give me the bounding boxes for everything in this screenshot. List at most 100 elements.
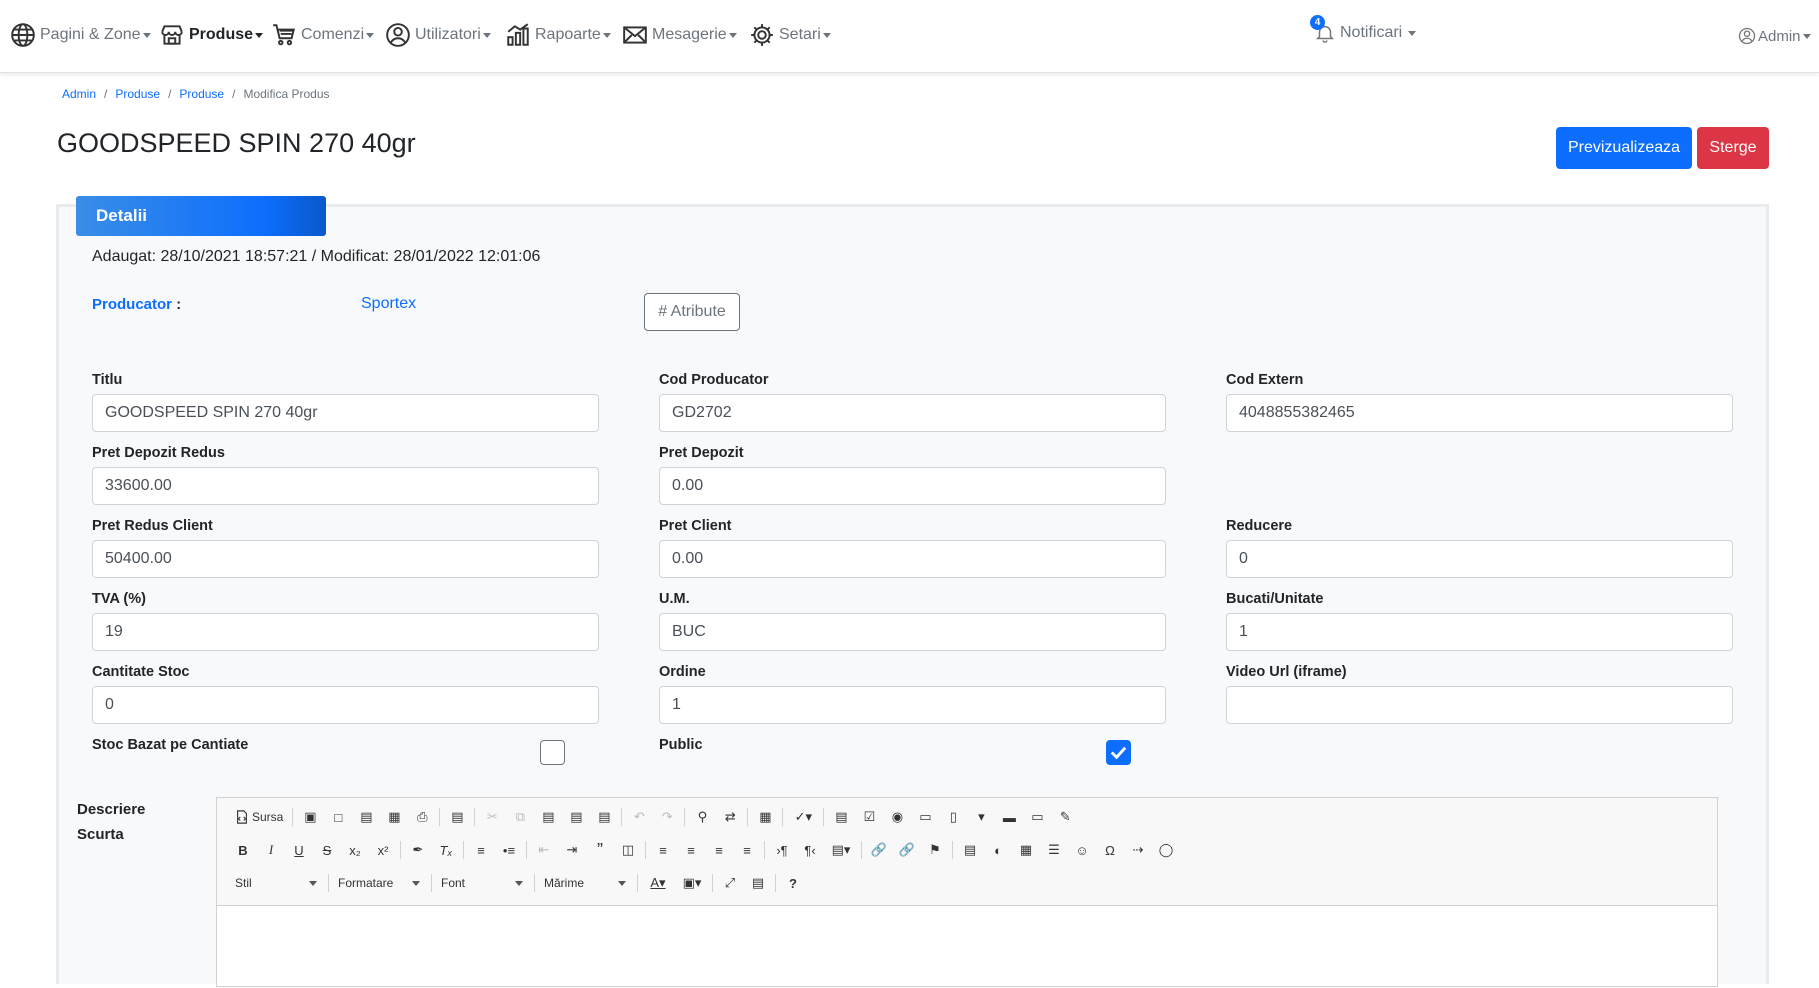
- form-icon[interactable]: ▤: [827, 804, 855, 830]
- blockquote-icon[interactable]: ”: [586, 837, 614, 863]
- pret-client-input[interactable]: [659, 540, 1166, 578]
- titlu-input[interactable]: [92, 394, 599, 432]
- templates-icon[interactable]: ▤: [443, 804, 471, 830]
- nav-setari[interactable]: Setari: [749, 22, 831, 48]
- language-icon[interactable]: ▤▾: [824, 837, 858, 863]
- image-button-icon[interactable]: ▭: [1023, 804, 1051, 830]
- anchor-flag-icon[interactable]: ⚑: [921, 837, 949, 863]
- pdf-icon[interactable]: ▤: [352, 804, 380, 830]
- nav-pagini-zone[interactable]: Pagini & Zone: [10, 22, 151, 48]
- reducere-input[interactable]: [1226, 540, 1733, 578]
- attributes-button[interactable]: # Atribute: [644, 293, 740, 331]
- subscript-icon[interactable]: x₂: [341, 837, 369, 863]
- maximize-icon[interactable]: ⤢: [716, 870, 744, 896]
- tab-detalii[interactable]: Detalii: [76, 196, 326, 236]
- cantitate-stoc-input[interactable]: [92, 686, 599, 724]
- nav-notificari[interactable]: Notificari: [1314, 20, 1417, 46]
- bucati-unitate-input[interactable]: [1226, 613, 1733, 651]
- preview-icon[interactable]: ▦: [380, 804, 408, 830]
- print-icon[interactable]: ⎙: [408, 804, 436, 830]
- breadcrumb-produse[interactable]: Produse: [115, 87, 160, 101]
- show-blocks-icon[interactable]: ▤: [744, 870, 772, 896]
- cod-producator-input[interactable]: [659, 394, 1166, 432]
- iframe-icon[interactable]: ◯: [1152, 837, 1180, 863]
- justify-icon[interactable]: ≡: [733, 837, 761, 863]
- copy-icon[interactable]: ⧉: [506, 804, 534, 830]
- nav-rapoarte[interactable]: Rapoarte: [505, 22, 611, 48]
- new-page-icon[interactable]: □: [324, 804, 352, 830]
- video-url-input[interactable]: [1226, 686, 1733, 724]
- paste-icon[interactable]: ▤: [534, 804, 562, 830]
- stoc-bazat-checkbox[interactable]: [540, 740, 565, 765]
- radio-icon[interactable]: ◉: [883, 804, 911, 830]
- cut-icon[interactable]: ✂: [478, 804, 506, 830]
- outdent-icon[interactable]: ⇤: [530, 837, 558, 863]
- hidden-field-icon[interactable]: ✎: [1051, 804, 1079, 830]
- producator-link[interactable]: Sportex: [361, 295, 416, 313]
- table-icon[interactable]: ▦: [1012, 837, 1040, 863]
- nav-mesagerie[interactable]: Mesagerie: [622, 22, 737, 48]
- bulleted-list-icon[interactable]: •≡: [495, 837, 523, 863]
- source-button[interactable]: Sursa: [229, 810, 289, 824]
- link-icon[interactable]: 🔗: [865, 837, 893, 863]
- tva-input[interactable]: [92, 613, 599, 651]
- cod-extern-input[interactable]: [1226, 394, 1733, 432]
- text-color-icon[interactable]: A▾: [641, 870, 675, 896]
- save-icon[interactable]: ▣: [296, 804, 324, 830]
- find-icon[interactable]: ⚲: [688, 804, 716, 830]
- bg-color-icon[interactable]: ▣▾: [675, 870, 709, 896]
- pret-depozit-redus-input[interactable]: [92, 467, 599, 505]
- style-combo[interactable]: Stil: [229, 870, 325, 896]
- rtl-icon[interactable]: ¶‹: [796, 837, 824, 863]
- delete-button[interactable]: Sterge: [1697, 127, 1769, 169]
- editor-content-area[interactable]: [217, 906, 1717, 988]
- horizontal-line-icon[interactable]: ☰: [1040, 837, 1068, 863]
- pret-depozit-input[interactable]: [659, 467, 1166, 505]
- public-checkbox[interactable]: [1106, 740, 1131, 765]
- nav-utilizatori[interactable]: Utilizatori: [385, 22, 491, 48]
- nav-admin[interactable]: Admin: [1738, 23, 1811, 49]
- breadcrumb-admin[interactable]: Admin: [62, 87, 96, 101]
- paste-text-icon[interactable]: ▤: [562, 804, 590, 830]
- align-left-icon[interactable]: ≡: [649, 837, 677, 863]
- preview-button[interactable]: Previzualizeaza: [1556, 127, 1692, 169]
- numbered-list-icon[interactable]: ≡: [467, 837, 495, 863]
- ltr-icon[interactable]: ›¶: [768, 837, 796, 863]
- unlink-icon[interactable]: 🔗: [893, 837, 921, 863]
- align-right-icon[interactable]: ≡: [705, 837, 733, 863]
- indent-icon[interactable]: ⇥: [558, 837, 586, 863]
- button-icon[interactable]: ▬: [995, 804, 1023, 830]
- format-combo[interactable]: Formatare: [332, 870, 428, 896]
- breadcrumb-produse-list[interactable]: Produse: [179, 87, 224, 101]
- paste-word-icon[interactable]: ▤: [590, 804, 618, 830]
- copy-format-icon[interactable]: ✒: [404, 837, 432, 863]
- flash-icon[interactable]: ◐: [984, 837, 1012, 863]
- undo-icon[interactable]: ↶: [625, 804, 653, 830]
- nav-comenzi[interactable]: Comenzi: [271, 22, 375, 48]
- smiley-icon[interactable]: ☺: [1068, 837, 1096, 863]
- select-all-icon[interactable]: ▦: [751, 804, 779, 830]
- pret-redus-client-input[interactable]: [92, 540, 599, 578]
- textarea-icon[interactable]: ▯: [939, 804, 967, 830]
- special-char-icon[interactable]: Ω: [1096, 837, 1124, 863]
- remove-format-icon[interactable]: Tₓ: [432, 837, 460, 863]
- nav-produse[interactable]: Produse: [159, 22, 264, 48]
- strike-icon[interactable]: S: [313, 837, 341, 863]
- div-icon[interactable]: ◫: [614, 837, 642, 863]
- page-break-icon[interactable]: ⇢: [1124, 837, 1152, 863]
- help-icon[interactable]: ?: [779, 870, 807, 896]
- size-combo[interactable]: Mărime: [538, 870, 634, 896]
- select-icon[interactable]: ▾: [967, 804, 995, 830]
- underline-icon[interactable]: U: [285, 837, 313, 863]
- font-combo[interactable]: Font: [435, 870, 531, 896]
- italic-icon[interactable]: I: [257, 837, 285, 863]
- um-input[interactable]: [659, 613, 1166, 651]
- replace-icon[interactable]: ⇄: [716, 804, 744, 830]
- superscript-icon[interactable]: x²: [369, 837, 397, 863]
- image-icon[interactable]: ▤: [956, 837, 984, 863]
- align-center-icon[interactable]: ≡: [677, 837, 705, 863]
- checkbox-icon[interactable]: ☑: [855, 804, 883, 830]
- redo-icon[interactable]: ↷: [653, 804, 681, 830]
- ordine-input[interactable]: [659, 686, 1166, 724]
- spellcheck-icon[interactable]: ✓▾: [786, 804, 820, 830]
